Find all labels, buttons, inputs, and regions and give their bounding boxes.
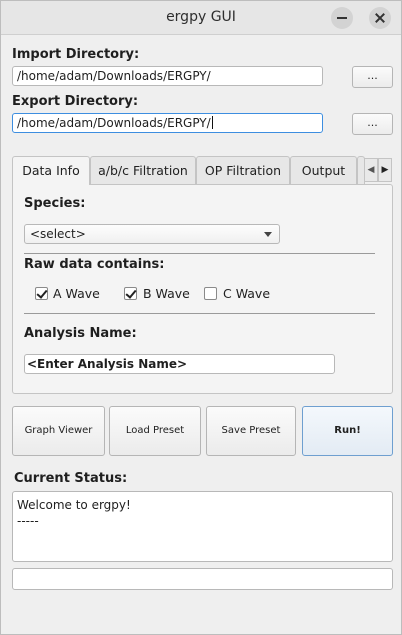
graph-viewer-button[interactable]: Graph Viewer xyxy=(12,406,105,456)
save-preset-button[interactable]: Save Preset xyxy=(206,406,296,456)
import-browse-button[interactable]: ... xyxy=(352,66,393,88)
chevron-down-icon xyxy=(264,232,272,237)
text-caret xyxy=(211,116,213,129)
tab-op-filtration[interactable]: OP Filtration xyxy=(196,156,290,184)
b-wave-checkbox[interactable] xyxy=(124,287,137,300)
status-log[interactable]: Welcome to ergpy! ----- xyxy=(12,491,393,562)
a-wave-label: A Wave xyxy=(53,286,100,301)
run-button[interactable]: Run! xyxy=(302,406,393,456)
b-wave-label: B Wave xyxy=(143,286,190,301)
import-directory-label: Import Directory: xyxy=(12,47,140,62)
c-wave-label: C Wave xyxy=(223,286,271,301)
chevron-right-icon[interactable]: ▶ xyxy=(378,158,392,182)
c-wave-checkbox[interactable] xyxy=(204,287,217,300)
export-directory-label: Export Directory: xyxy=(12,94,139,109)
chevron-left-icon[interactable]: ◀ xyxy=(364,158,378,182)
species-select[interactable]: <select> xyxy=(24,224,280,244)
analysis-name-input[interactable]: <Enter Analysis Name> xyxy=(24,354,335,374)
import-directory-input[interactable]: /home/adam/Downloads/ERGPY/ xyxy=(12,66,323,86)
a-wave-checkbox[interactable] xyxy=(35,287,48,300)
export-directory-value: /home/adam/Downloads/ERGPY/ xyxy=(17,116,211,130)
current-status-label: Current Status: xyxy=(14,471,128,486)
tab-data-info[interactable]: Data Info xyxy=(12,156,90,185)
tab-abc-filtration[interactable]: a/b/c Filtration xyxy=(90,156,196,184)
export-browse-button[interactable]: ... xyxy=(352,113,393,135)
species-label: Species: xyxy=(24,196,86,211)
title-bar: ergpy GUI xyxy=(1,1,401,35)
progress-bar xyxy=(12,568,393,590)
tab-output[interactable]: Output xyxy=(290,156,357,184)
analysis-name-label: Analysis Name: xyxy=(24,326,137,341)
app-window: ergpy GUI Import Directory: /home/adam/D… xyxy=(0,0,402,635)
minimize-icon[interactable] xyxy=(331,7,353,29)
status-line: ----- xyxy=(17,514,39,528)
separator xyxy=(24,313,375,314)
close-icon[interactable] xyxy=(369,7,391,29)
separator xyxy=(24,253,375,254)
load-preset-button[interactable]: Load Preset xyxy=(109,406,201,456)
species-selected-value: <select> xyxy=(30,227,86,241)
raw-data-label: Raw data contains: xyxy=(24,257,165,272)
status-line: Welcome to ergpy! xyxy=(17,498,131,512)
export-directory-input[interactable]: /home/adam/Downloads/ERGPY/ xyxy=(12,113,323,133)
